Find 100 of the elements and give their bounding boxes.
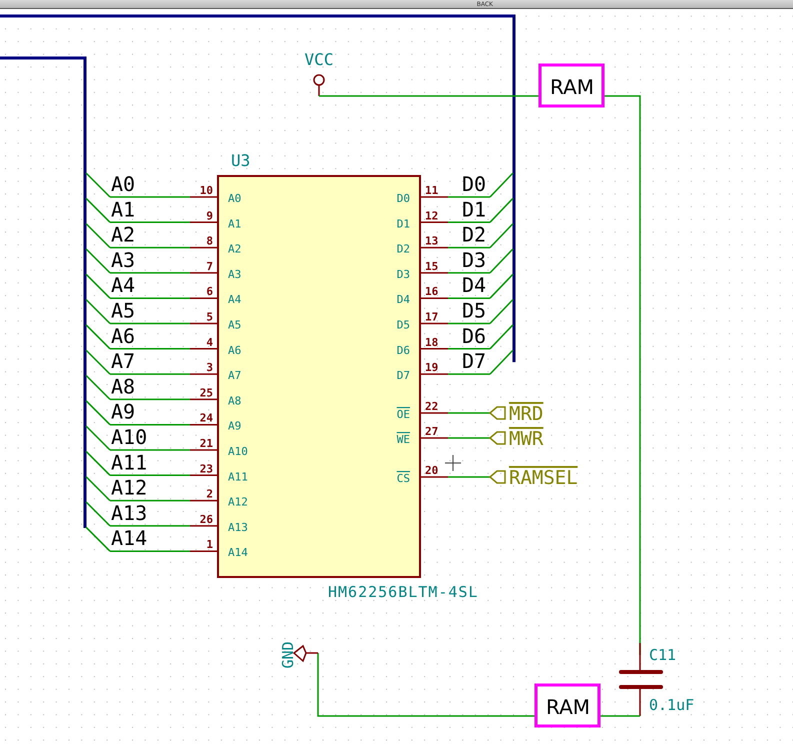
pin-line <box>190 373 218 375</box>
pin-line <box>190 348 218 350</box>
bus-entry <box>85 501 111 526</box>
pin-number: 23 <box>200 462 213 476</box>
pin-number: 24 <box>200 412 213 425</box>
bus-entry <box>85 248 111 274</box>
global-label-flag <box>488 431 506 445</box>
ground-symbol <box>292 644 319 662</box>
pin-line <box>639 687 641 716</box>
pin-number: 4 <box>206 336 213 349</box>
pin-line <box>420 476 448 478</box>
pin-line <box>420 437 448 439</box>
pin-number: 15 <box>425 260 438 273</box>
pin-number: 22 <box>425 400 438 413</box>
pin-line <box>190 474 218 476</box>
pin-name: D3 <box>396 268 410 281</box>
pin-name: D1 <box>396 217 410 230</box>
net-label: A11 <box>111 450 148 474</box>
pin-line <box>190 272 218 274</box>
pin-name: A4 <box>228 293 242 306</box>
pin-name: D6 <box>396 344 410 357</box>
pin-number: 9 <box>206 209 213 222</box>
power-symbol <box>313 74 325 96</box>
net-label: A8 <box>111 374 136 398</box>
crosshair-cursor-icon <box>444 454 462 472</box>
bus-entry <box>85 274 111 299</box>
net-label: D5 <box>462 298 486 322</box>
pin-name: A10 <box>228 445 248 458</box>
highlight-frame <box>534 684 600 728</box>
pin-line <box>420 373 448 375</box>
pin-number: 1 <box>206 538 213 552</box>
pin-name: A13 <box>228 520 248 534</box>
pin-line <box>190 246 218 248</box>
pin-number: 11 <box>425 184 438 197</box>
bus-entry <box>85 476 111 502</box>
bus-entry <box>85 526 111 552</box>
pin-line <box>190 222 218 224</box>
net-label: A6 <box>111 324 136 348</box>
pin-name: D5 <box>396 318 410 332</box>
net-highlight-label: RAM <box>550 75 594 99</box>
pin-name: OE <box>396 408 410 421</box>
pin-name: WE <box>396 433 410 446</box>
pin-line <box>190 398 218 400</box>
power-label: VCC <box>304 50 334 69</box>
pin-number: 10 <box>200 184 213 197</box>
highlight-frame <box>538 64 604 108</box>
global-label: RAMSEL <box>509 467 578 489</box>
pin-name: A2 <box>228 242 242 256</box>
bus-entry <box>489 350 514 375</box>
net-label: A1 <box>111 197 136 222</box>
pin-number: 12 <box>425 209 438 222</box>
net-label: D0 <box>462 172 486 196</box>
capacitor-symbol <box>619 670 663 689</box>
pin-line <box>420 322 448 324</box>
pin-name: A14 <box>228 546 248 560</box>
global-label: MWR <box>509 428 544 450</box>
net-highlight-label: RAM <box>546 695 590 719</box>
net-label: D3 <box>462 248 486 272</box>
net-label: D4 <box>462 273 486 298</box>
pin-name: A1 <box>228 217 242 230</box>
net-label: D2 <box>462 222 486 247</box>
net-label: A7 <box>111 349 136 374</box>
bus-entry <box>489 248 514 274</box>
bus-entry <box>489 223 514 248</box>
component-value: HM62256BLTM-4SL <box>328 583 478 601</box>
pin-line <box>639 643 641 672</box>
pin-number: 16 <box>425 285 438 298</box>
bus-entry <box>85 425 111 451</box>
component-value: 0.1uF <box>649 696 694 714</box>
bus-entry <box>85 172 111 198</box>
pin-number: 17 <box>425 310 438 324</box>
global-label-flag <box>488 470 506 484</box>
pin-line <box>190 196 218 198</box>
pin-line <box>420 348 448 350</box>
bus-entry <box>85 298 111 324</box>
pin-line <box>420 246 448 248</box>
pin-number: 20 <box>425 464 438 477</box>
pin-number: 18 <box>425 336 438 349</box>
pin-line <box>190 449 218 451</box>
pin-number: 5 <box>206 310 213 324</box>
net-label: A12 <box>111 476 148 500</box>
pin-name: A3 <box>228 268 242 281</box>
net-label: A5 <box>111 298 136 322</box>
pin-number: 21 <box>200 437 213 450</box>
pin-name: D7 <box>396 369 410 382</box>
bus-entry <box>85 450 111 476</box>
pin-line <box>190 322 218 324</box>
power-label: GND <box>279 641 297 669</box>
pin-name: A11 <box>228 470 248 484</box>
net-label: D6 <box>462 324 486 348</box>
pin-name: D2 <box>396 242 410 256</box>
pin-number: 2 <box>206 488 213 501</box>
net-label: A2 <box>111 222 136 247</box>
bus-entry <box>85 400 111 426</box>
bus-entry <box>489 298 514 324</box>
pin-line <box>190 297 218 299</box>
pin-line <box>420 196 448 198</box>
global-label: MRD <box>509 403 544 425</box>
net-label: A13 <box>111 500 148 525</box>
net-label: A14 <box>111 526 148 550</box>
